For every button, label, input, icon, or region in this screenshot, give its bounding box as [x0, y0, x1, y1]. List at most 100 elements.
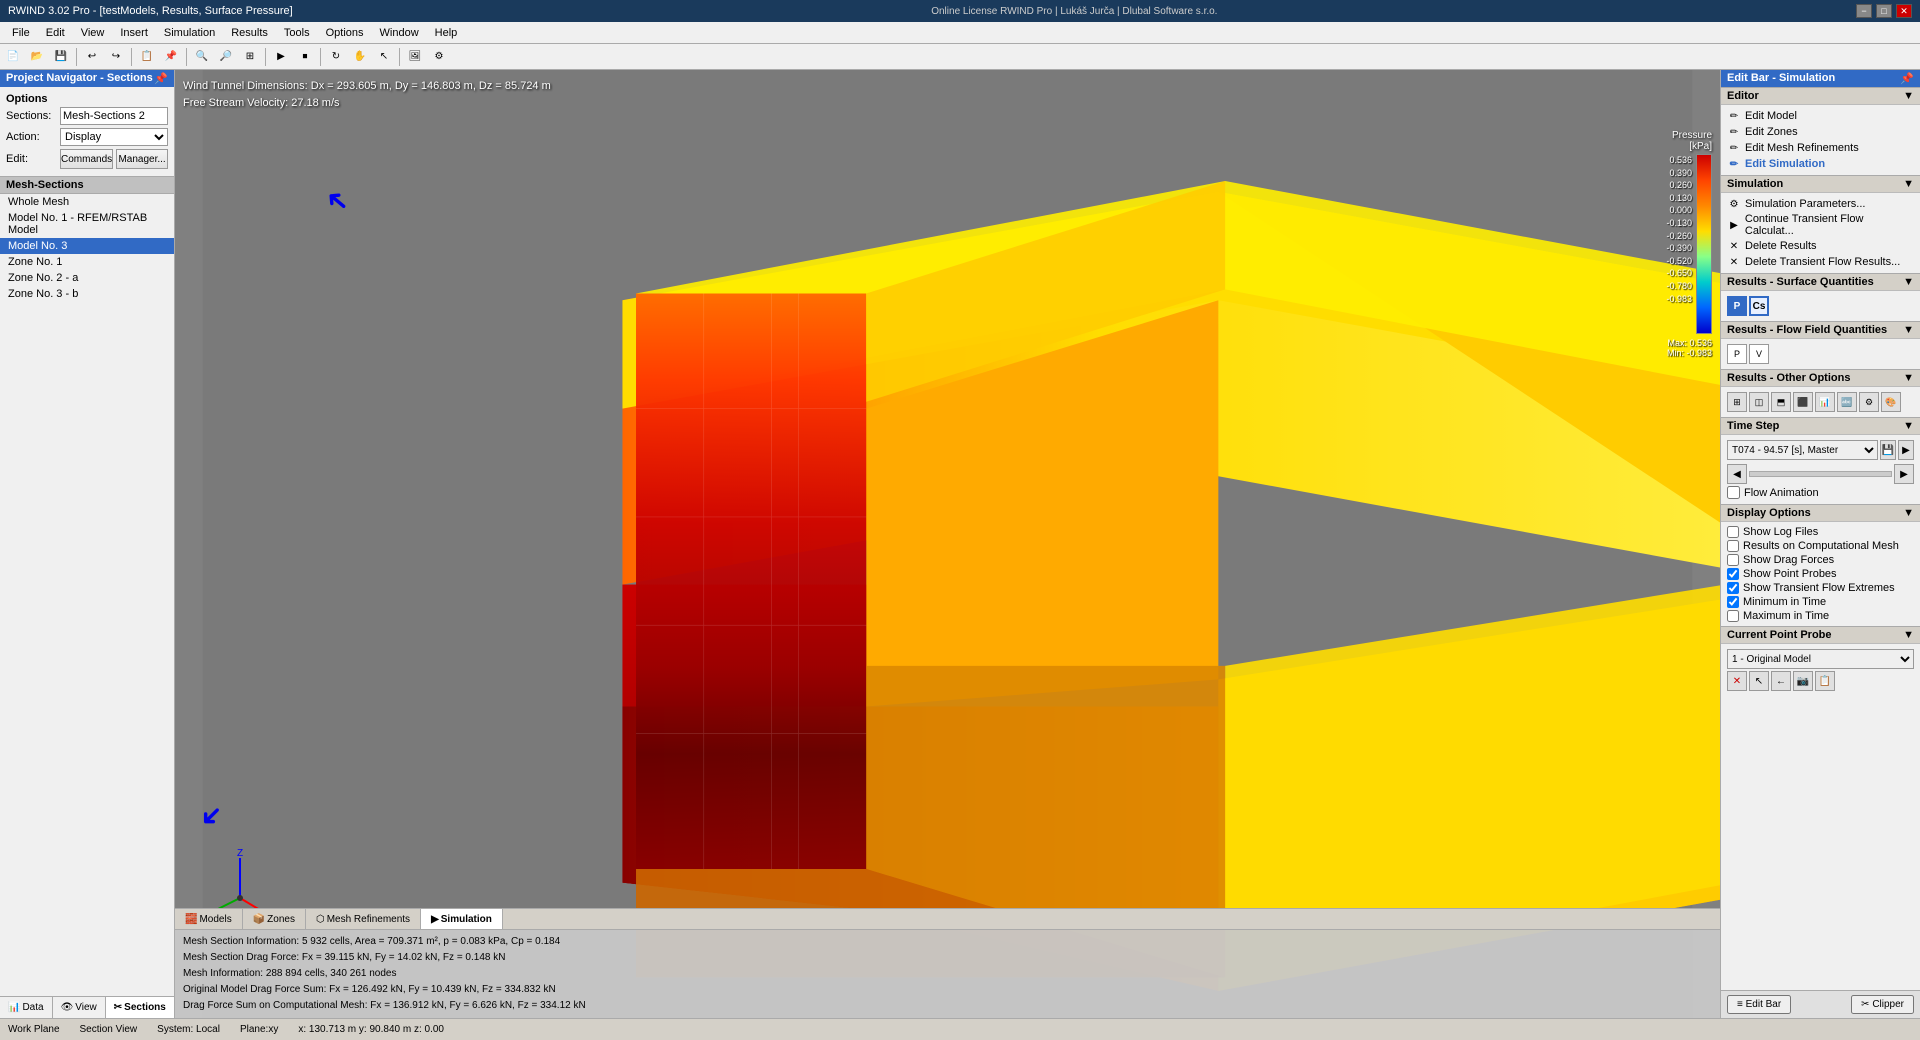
tb-new[interactable]: 📄 [2, 46, 24, 68]
pp-delete-btn[interactable]: ✕ [1727, 671, 1747, 691]
pressure-icon-cs[interactable]: Cs [1749, 296, 1769, 316]
flow-anim-checkbox[interactable] [1727, 486, 1740, 499]
tb-zoom-out[interactable]: 🔎 [215, 46, 237, 68]
oi-btn-1[interactable]: ⊞ [1727, 392, 1747, 412]
menu-tools[interactable]: Tools [276, 25, 318, 41]
tb-settings[interactable]: ⚙ [428, 46, 450, 68]
minimize-button[interactable]: − [1856, 4, 1872, 18]
tb-run[interactable]: ▶ [270, 46, 292, 68]
edit-simulation-item[interactable]: ✏ Edit Simulation [1727, 156, 1914, 172]
pp-copy-btn[interactable]: 📋 [1815, 671, 1835, 691]
tb-select[interactable]: ↖ [373, 46, 395, 68]
sections-input[interactable] [60, 107, 168, 125]
ts-play-btn[interactable]: ▶ [1898, 440, 1914, 460]
menu-view[interactable]: View [73, 25, 113, 41]
panel-pin-icon[interactable]: 📌 [154, 72, 168, 85]
mesh-item-model1[interactable]: Model No. 1 - RFEM/RSTAB Model [0, 210, 174, 238]
vp-tab-mesh[interactable]: ⬡ Mesh Refinements [306, 909, 421, 929]
right-panel-pin[interactable]: 📌 [1900, 72, 1914, 85]
oi-btn-3[interactable]: ⬒ [1771, 392, 1791, 412]
flow-field-bar[interactable]: Results - Flow Field Quantities ▼ [1721, 321, 1920, 339]
menu-simulation[interactable]: Simulation [156, 25, 223, 41]
tb-copy[interactable]: 📋 [136, 46, 158, 68]
window-controls[interactable]: − □ ✕ [1856, 4, 1912, 18]
menu-options[interactable]: Options [318, 25, 372, 41]
show-transient-extremes-checkbox[interactable] [1727, 582, 1739, 594]
ts-prev-btn[interactable]: ◀ [1727, 464, 1747, 484]
minimum-in-time-checkbox[interactable] [1727, 596, 1739, 608]
display-options-bar[interactable]: Display Options ▼ [1721, 504, 1920, 522]
pressure-icon-p[interactable]: P [1727, 296, 1747, 316]
tb-zoom-in[interactable]: 🔍 [191, 46, 213, 68]
tb-redo[interactable]: ↪ [105, 46, 127, 68]
oi-btn-8[interactable]: 🎨 [1881, 392, 1901, 412]
edit-bar-button[interactable]: ≡ Edit Bar [1727, 995, 1791, 1014]
mesh-item-whole[interactable]: Whole Mesh [0, 194, 174, 210]
surface-qty-bar[interactable]: Results - Surface Quantities ▼ [1721, 273, 1920, 291]
tb-undo[interactable]: ↩ [81, 46, 103, 68]
menu-insert[interactable]: Insert [112, 25, 156, 41]
tb-pan[interactable]: ✋ [349, 46, 371, 68]
tb-save[interactable]: 💾 [50, 46, 72, 68]
menu-results[interactable]: Results [223, 25, 276, 41]
clipper-button[interactable]: ✂ Clipper [1851, 995, 1914, 1014]
time-step-select[interactable]: T074 - 94.57 [s], Master [1727, 440, 1878, 460]
menu-edit[interactable]: Edit [38, 25, 73, 41]
flow-p-icon[interactable]: P [1727, 344, 1747, 364]
tb-open[interactable]: 📂 [26, 46, 48, 68]
maximum-in-time-checkbox[interactable] [1727, 610, 1739, 622]
menu-help[interactable]: Help [427, 25, 466, 41]
oi-btn-6[interactable]: 🔤 [1837, 392, 1857, 412]
vp-tab-zones[interactable]: 📦 Zones [243, 909, 306, 929]
mesh-item-model3[interactable]: Model No. 3 [0, 238, 174, 254]
ts-save-btn[interactable]: 💾 [1880, 440, 1896, 460]
show-point-probes-checkbox[interactable] [1727, 568, 1739, 580]
current-point-probe-bar[interactable]: Current Point Probe ▼ [1721, 626, 1920, 644]
action-select[interactable]: Display [60, 128, 168, 146]
flow-v-icon[interactable]: V [1749, 344, 1769, 364]
tb-fit[interactable]: ⊞ [239, 46, 261, 68]
delete-transient-item[interactable]: ✕ Delete Transient Flow Results... [1727, 254, 1914, 270]
viewport[interactable]: Wind Tunnel Dimensions: Dx = 293.605 m, … [175, 70, 1720, 1018]
menu-file[interactable]: File [4, 25, 38, 41]
pp-prev-btn[interactable]: ← [1771, 671, 1791, 691]
mesh-item-zone1[interactable]: Zone No. 1 [0, 254, 174, 270]
simulation-section-bar[interactable]: Simulation ▼ [1721, 175, 1920, 193]
oi-btn-7[interactable]: ⚙ [1859, 392, 1879, 412]
edit-model-item[interactable]: ✏ Edit Model [1727, 108, 1914, 124]
show-drag-forces-checkbox[interactable] [1727, 554, 1739, 566]
delete-results-item[interactable]: ✕ Delete Results [1727, 238, 1914, 254]
menu-window[interactable]: Window [372, 25, 427, 41]
ts-next-btn[interactable]: ▶ [1894, 464, 1914, 484]
oi-btn-4[interactable]: ⬛ [1793, 392, 1813, 412]
tab-view[interactable]: 👁 View [53, 997, 106, 1018]
time-step-bar[interactable]: Time Step ▼ [1721, 417, 1920, 435]
oi-btn-2[interactable]: ◫ [1749, 392, 1769, 412]
tb-rotate[interactable]: ↻ [325, 46, 347, 68]
tb-paste[interactable]: 📌 [160, 46, 182, 68]
manager-button[interactable]: Manager... [116, 149, 168, 169]
edit-zones-item[interactable]: ✏ Edit Zones [1727, 124, 1914, 140]
mesh-item-zone3b[interactable]: Zone No. 3 - b [0, 286, 174, 302]
tb-stop[interactable]: ⏹ [294, 46, 316, 68]
pp-locate-btn[interactable]: ↖ [1749, 671, 1769, 691]
sim-params-item[interactable]: ⚙ Simulation Parameters... [1727, 196, 1914, 212]
pp-screenshot-btn[interactable]: 📷 [1793, 671, 1813, 691]
edit-mesh-item[interactable]: ✏ Edit Mesh Refinements [1727, 140, 1914, 156]
close-button[interactable]: ✕ [1896, 4, 1912, 18]
point-probe-select[interactable]: 1 - Original Model [1727, 649, 1914, 669]
oi-btn-5[interactable]: 📊 [1815, 392, 1835, 412]
results-comp-mesh-checkbox[interactable] [1727, 540, 1739, 552]
tab-data[interactable]: 📊 Data [0, 997, 53, 1018]
vp-tab-simulation[interactable]: ▶ Simulation [421, 909, 503, 929]
other-options-bar[interactable]: Results - Other Options ▼ [1721, 369, 1920, 387]
show-log-files-checkbox[interactable] [1727, 526, 1739, 538]
editor-section-bar[interactable]: Editor ▼ [1721, 87, 1920, 105]
continue-transient-item[interactable]: ▶ Continue Transient Flow Calculat... [1727, 212, 1914, 238]
tb-render[interactable]: 🖼 [404, 46, 426, 68]
mesh-item-zone2a[interactable]: Zone No. 2 - a [0, 270, 174, 286]
tab-sections[interactable]: ✂ Sections [106, 997, 175, 1018]
commands-button[interactable]: Commands [60, 149, 113, 169]
restore-button[interactable]: □ [1876, 4, 1892, 18]
vp-tab-models[interactable]: 🧱 Models [175, 909, 243, 929]
